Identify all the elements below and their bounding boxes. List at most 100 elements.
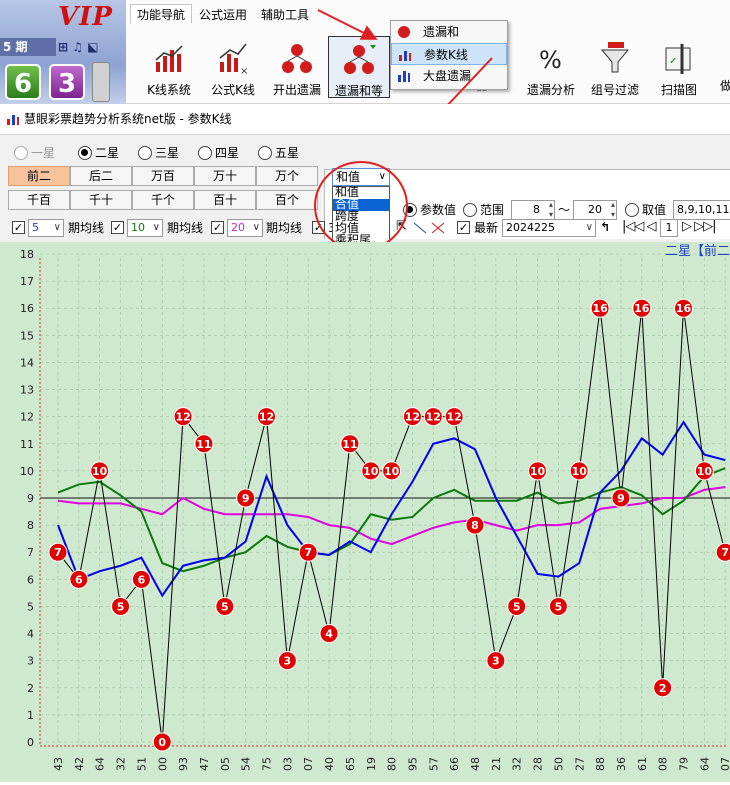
window-titlebar: 慧眼彩票趋势分析系统net版 - 参数K线 — [0, 108, 730, 130]
latest-checkbox[interactable]: ✓ — [457, 221, 470, 234]
data-label: 10 — [530, 465, 546, 478]
pos-button-baige[interactable]: 百个 — [256, 190, 318, 210]
avg10-label: 期均线 — [167, 221, 204, 235]
y-tick-label: 6 — [27, 573, 34, 586]
radio-four-star[interactable]: 四星 — [198, 145, 239, 161]
x-tick-label: 21 — [490, 757, 503, 771]
pos-button-qianbai[interactable]: 千百 — [8, 190, 70, 210]
first-prev-icons[interactable]: |◁◁ ◁ — [622, 219, 657, 235]
avg20-checkbox[interactable]: ✓ — [211, 221, 224, 234]
data-label: 10 — [697, 465, 713, 478]
x-tick-label: 80 — [386, 757, 399, 771]
x-tick-label: 57 — [427, 757, 440, 771]
radio-three-star[interactable]: 三星 — [138, 145, 179, 161]
latest-select[interactable]: 2024225 ∨ — [502, 219, 596, 237]
radio-param-value[interactable]: 参数值 — [403, 202, 456, 218]
pos-button-wanbai[interactable]: 万百 — [132, 166, 194, 186]
pos-button-wanshi[interactable]: 万十 — [194, 166, 256, 186]
pos-button-wange[interactable]: 万个 — [256, 166, 318, 186]
annotation-ellipse — [314, 161, 408, 251]
data-label: 2 — [659, 682, 667, 695]
x-tick-label: 32 — [115, 757, 128, 771]
radio-take-value[interactable]: 取值 — [625, 202, 666, 218]
data-label: 5 — [513, 600, 521, 613]
pos-button-qianshi[interactable]: 千十 — [70, 190, 132, 210]
data-label: 11 — [342, 438, 357, 451]
x-tick-label: 43 — [52, 757, 65, 771]
next-last-icons[interactable]: ▷ ▷▷| — [682, 219, 717, 235]
x-tick-label: 50 — [552, 757, 565, 771]
app-icon — [7, 115, 19, 125]
page-number[interactable]: 1 — [660, 219, 678, 237]
data-label: 4 — [325, 628, 333, 641]
data-label: 6 — [75, 573, 83, 586]
avg5-select[interactable]: 5 ∨ — [28, 219, 64, 237]
y-tick-label: 4 — [27, 628, 34, 641]
x-tick-label: 93 — [177, 757, 190, 771]
avg5-checkbox[interactable]: ✓ — [12, 221, 25, 234]
return-icon[interactable]: ↰ — [600, 219, 610, 235]
y-tick-label: 3 — [27, 655, 34, 668]
data-label: 12 — [405, 411, 420, 424]
data-label: 12 — [175, 411, 190, 424]
data-label: 10 — [572, 465, 588, 478]
line-tool-icon[interactable] — [413, 222, 427, 234]
series-line-2 — [57, 467, 726, 573]
x-tick-label: 47 — [198, 757, 211, 771]
avg20-select[interactable]: 20 ∨ — [227, 219, 263, 237]
avg20-label: 期均线 — [266, 221, 303, 235]
pos-button-qiange[interactable]: 千个 — [132, 190, 194, 210]
y-tick-label: 18 — [20, 248, 34, 261]
x-tick-label: 00 — [156, 757, 169, 771]
x-tick-label: 88 — [594, 757, 607, 771]
y-tick-label: 11 — [20, 438, 34, 451]
x-tick-label: 54 — [240, 757, 253, 771]
radio-label: 五星 — [275, 146, 300, 160]
y-tick-label: 0 — [27, 736, 34, 749]
data-label: 9 — [242, 492, 250, 505]
avg5-label: 期均线 — [68, 221, 105, 235]
radio-range[interactable]: 范围 — [463, 202, 504, 218]
series-line-1 — [57, 420, 726, 598]
avg10-checkbox[interactable]: ✓ — [111, 221, 124, 234]
x-tick-label: 40 — [323, 757, 336, 771]
draw-tools — [413, 222, 445, 234]
data-label: 7 — [304, 546, 312, 559]
y-tick-label: 10 — [20, 465, 34, 478]
data-label: 7 — [54, 546, 62, 559]
window-title: 慧眼彩票趋势分析系统net版 - 参数K线 — [24, 112, 232, 126]
radio-label: 参数值 — [420, 203, 457, 217]
data-label: 7 — [721, 546, 729, 559]
x-tick-label: 64 — [94, 757, 107, 771]
pos-button-back2[interactable]: 后二 — [70, 166, 132, 186]
radio-label: 取值 — [642, 203, 667, 217]
x-tick-label: 51 — [135, 757, 148, 771]
data-label: 12 — [426, 411, 441, 424]
y-tick-label: 9 — [27, 492, 34, 505]
radio-label: 一星 — [31, 146, 56, 160]
avg10-select[interactable]: 10 ∨ — [127, 219, 163, 237]
data-label: 5 — [555, 600, 563, 613]
avg20-value: 20 — [231, 221, 245, 234]
pos-button-baishi[interactable]: 百十 — [194, 190, 256, 210]
data-label: 16 — [592, 302, 608, 315]
data-label: 5 — [221, 600, 229, 613]
radio-two-star[interactable]: 二星 — [78, 145, 119, 161]
data-label: 10 — [384, 465, 400, 478]
arrow-to-ribbon-button — [317, 9, 378, 40]
x-tick-label: 28 — [532, 757, 545, 771]
pos-button-front2[interactable]: 前二 — [8, 166, 70, 186]
data-label: 12 — [446, 411, 461, 424]
radio-five-star[interactable]: 五星 — [258, 145, 299, 161]
x-tick-label: 64 — [698, 757, 711, 771]
data-label: 0 — [158, 736, 166, 749]
x-tick-label: 79 — [678, 757, 691, 771]
x-tick-label: 75 — [261, 757, 274, 771]
radio-one-star[interactable]: 一星 — [14, 145, 55, 161]
x-tick-label: 19 — [365, 757, 378, 771]
x-tick-label: 32 — [511, 757, 524, 771]
x-tick-label: 95 — [406, 757, 419, 771]
y-tick-label: 16 — [20, 302, 34, 315]
y-tick-label: 17 — [20, 275, 34, 288]
data-label: 8 — [471, 519, 479, 532]
